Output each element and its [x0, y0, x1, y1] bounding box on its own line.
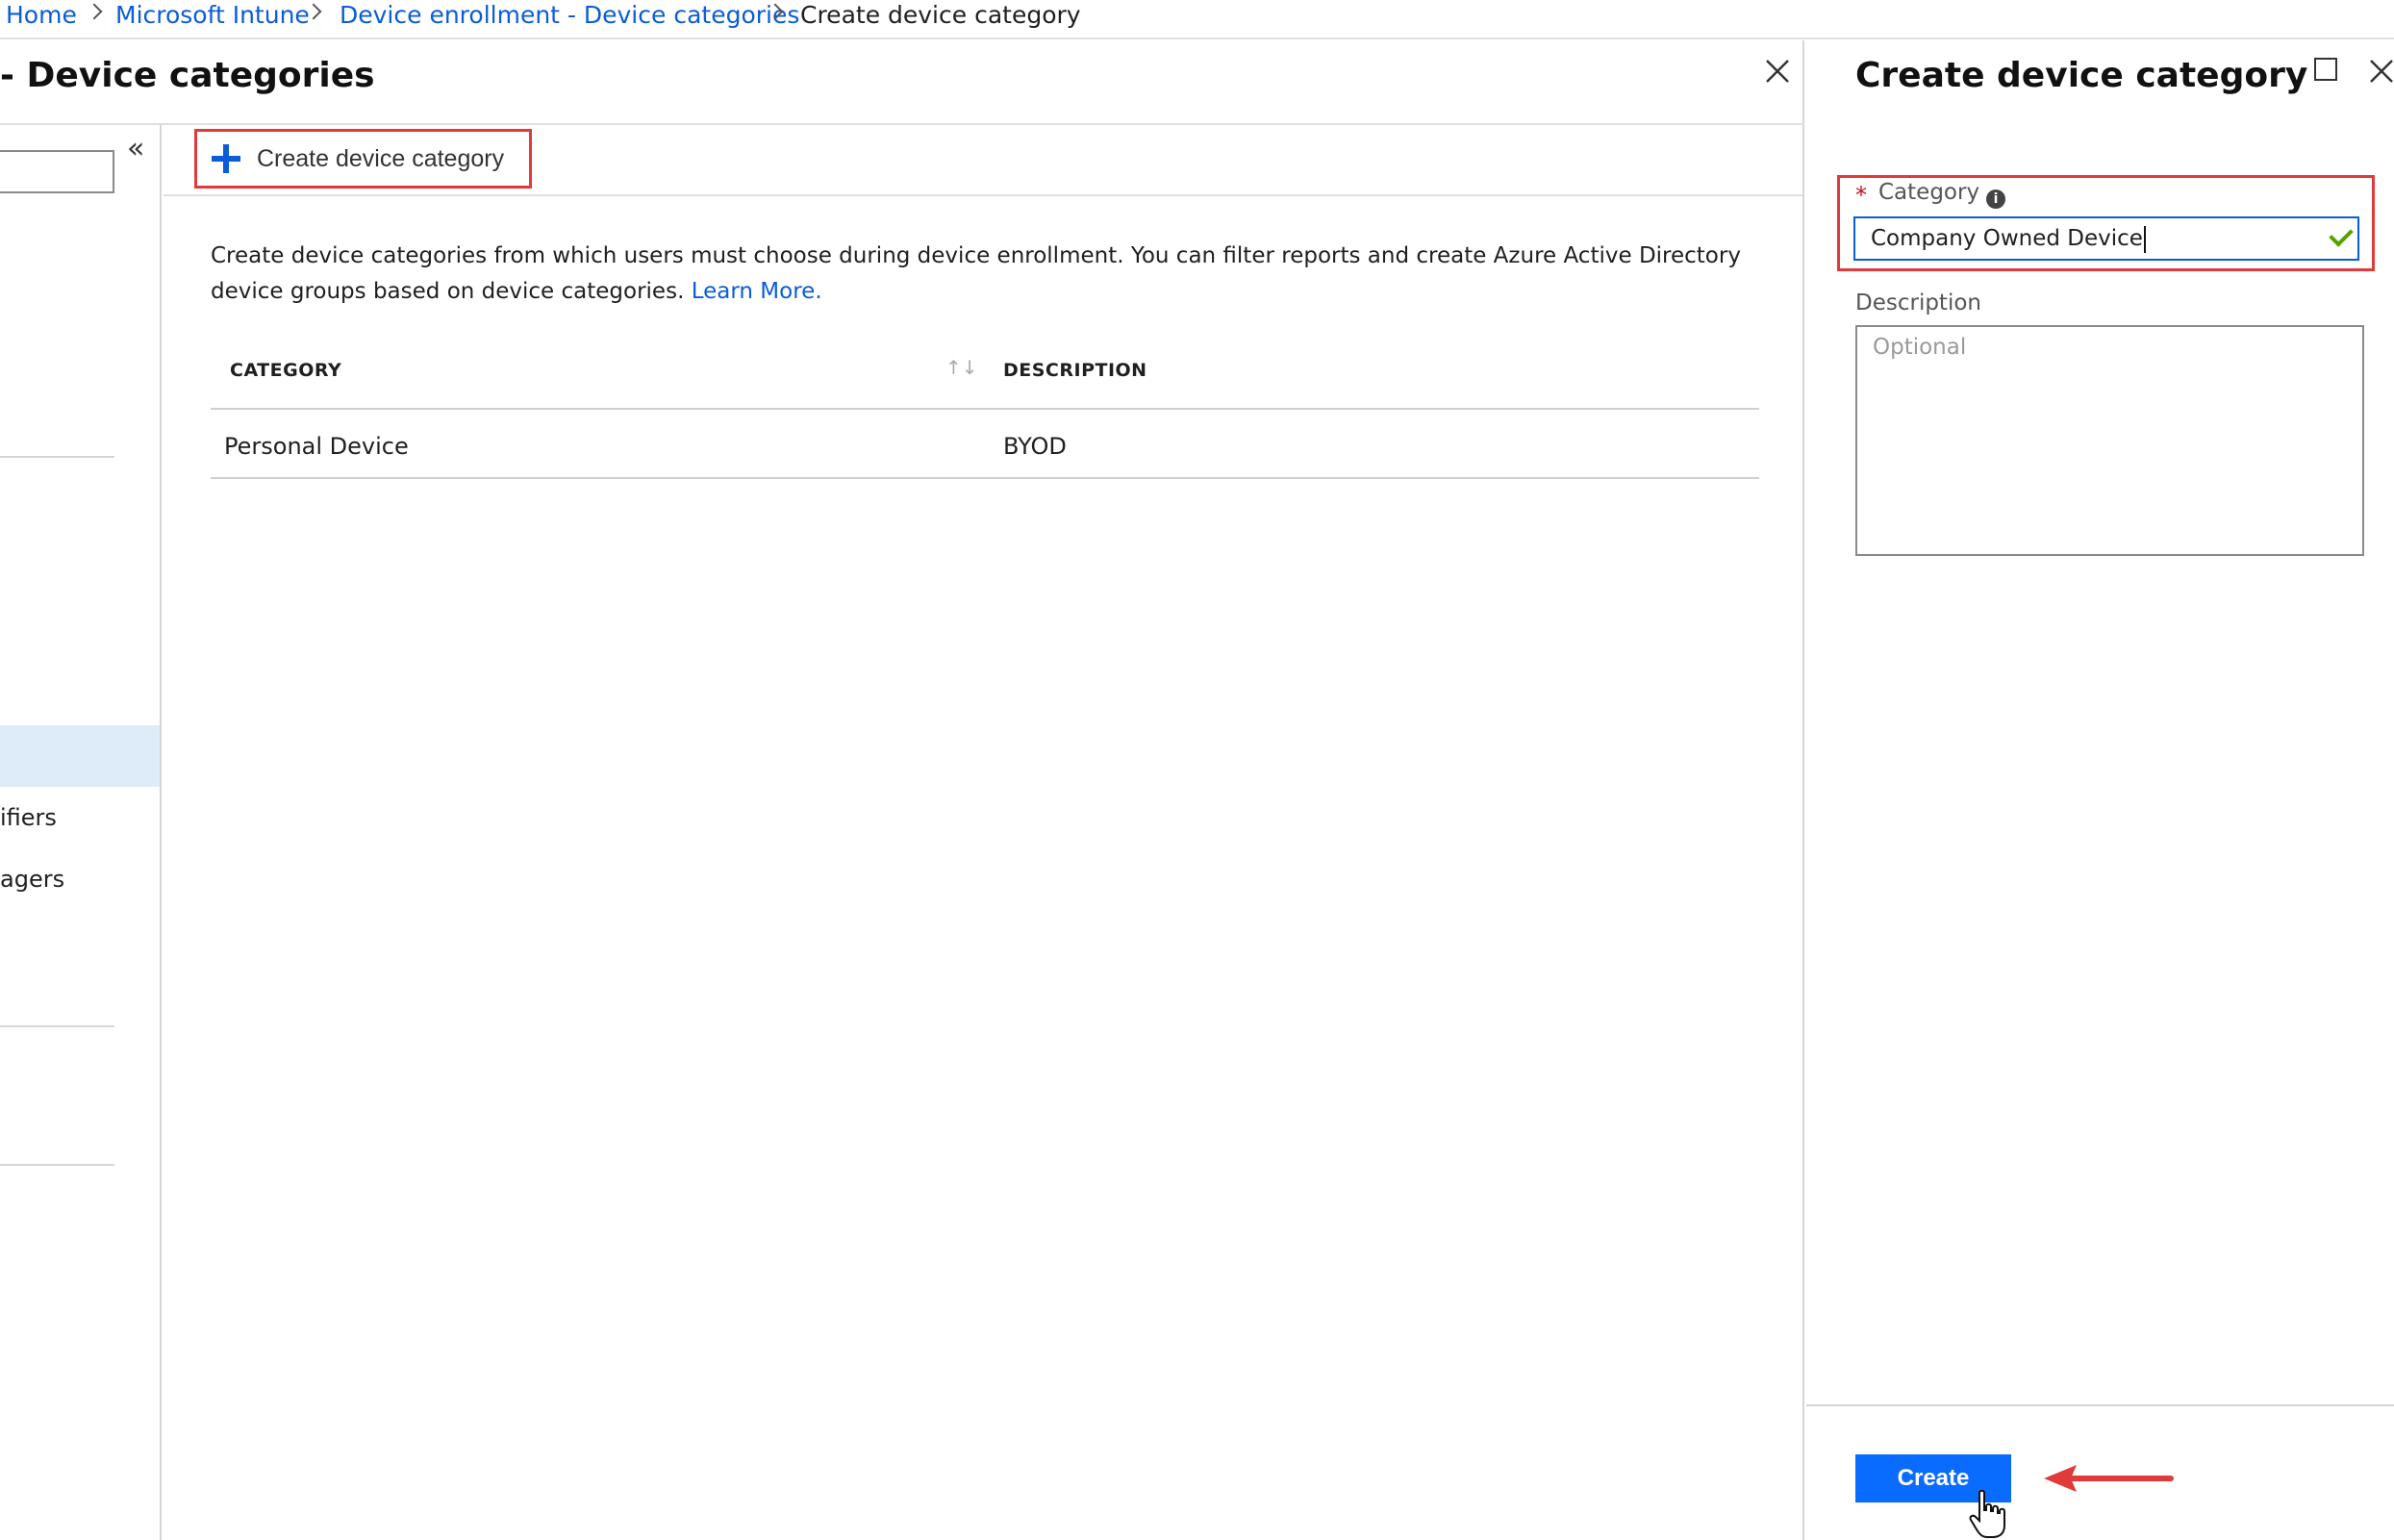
maximize-icon[interactable] [2314, 58, 2337, 81]
menu-item-selected[interactable] [0, 725, 160, 787]
create-device-category-command[interactable]: Create device category [194, 129, 533, 189]
info-icon[interactable]: i [1986, 189, 2005, 209]
breadcrumb-microsoft-intune[interactable]: Microsoft Intune [115, 0, 310, 31]
menu-search-input[interactable] [0, 150, 114, 193]
column-header-description[interactable]: DESCRIPTION [1003, 360, 1147, 381]
double-chevron-left-icon[interactable]: « [127, 135, 144, 164]
checkmark-icon [2329, 222, 2354, 247]
close-icon[interactable] [1764, 58, 1791, 85]
menu-divider [0, 456, 114, 458]
category-value: Company Owned Device [1871, 226, 2143, 251]
description-text: Create device categories from which user… [211, 243, 1741, 304]
menu-item-partial[interactable]: ifiers [0, 804, 57, 831]
divider [1806, 1404, 2394, 1406]
menu-divider [0, 1164, 114, 1166]
category-input[interactable]: Company Owned Device [1853, 216, 2359, 261]
description-label: Description [1855, 290, 1981, 316]
breadcrumb-current: Create device category [800, 1, 1081, 29]
column-header-category[interactable]: CATEGORY [230, 360, 341, 381]
hand-cursor-icon [1969, 1489, 2005, 1538]
divider [211, 477, 1759, 479]
menu-divider [0, 1025, 114, 1027]
cell-category: Personal Device [224, 433, 409, 460]
close-icon[interactable] [2368, 58, 2394, 85]
blade-title: Create device category [1855, 56, 2308, 95]
text-caret [2143, 225, 2146, 253]
plus-icon [212, 144, 240, 173]
create-device-category-blade: Create device category * Category i Comp… [1806, 40, 2394, 1540]
breadcrumb-device-enrollment[interactable]: Device enrollment - Device categories [340, 0, 799, 31]
description-textarea[interactable]: Optional [1855, 325, 2364, 556]
red-arrow-icon [2044, 1465, 2174, 1492]
category-field-group: * Category i Company Owned Device [1837, 175, 2375, 271]
sort-icon[interactable]: ↑↓ [945, 356, 978, 379]
required-marker: * [1855, 182, 1867, 209]
breadcrumb-home[interactable]: Home [6, 0, 77, 31]
command-bar: Create device category [164, 85, 1802, 196]
page-description: Create device categories from which user… [211, 239, 1769, 310]
category-label: Category [1878, 180, 1980, 205]
blade-menu: « ifiers agers [0, 125, 162, 1540]
divider [211, 408, 1759, 410]
cell-description: BYOD [1003, 433, 1067, 460]
learn-more-link[interactable]: Learn More. [692, 279, 822, 304]
chevron-right-icon [86, 3, 103, 20]
menu-item-partial[interactable]: agers [0, 866, 64, 893]
breadcrumb: Home Microsoft Intune Device enrollment … [0, 0, 2394, 39]
create-command-label: Create device category [257, 145, 505, 172]
